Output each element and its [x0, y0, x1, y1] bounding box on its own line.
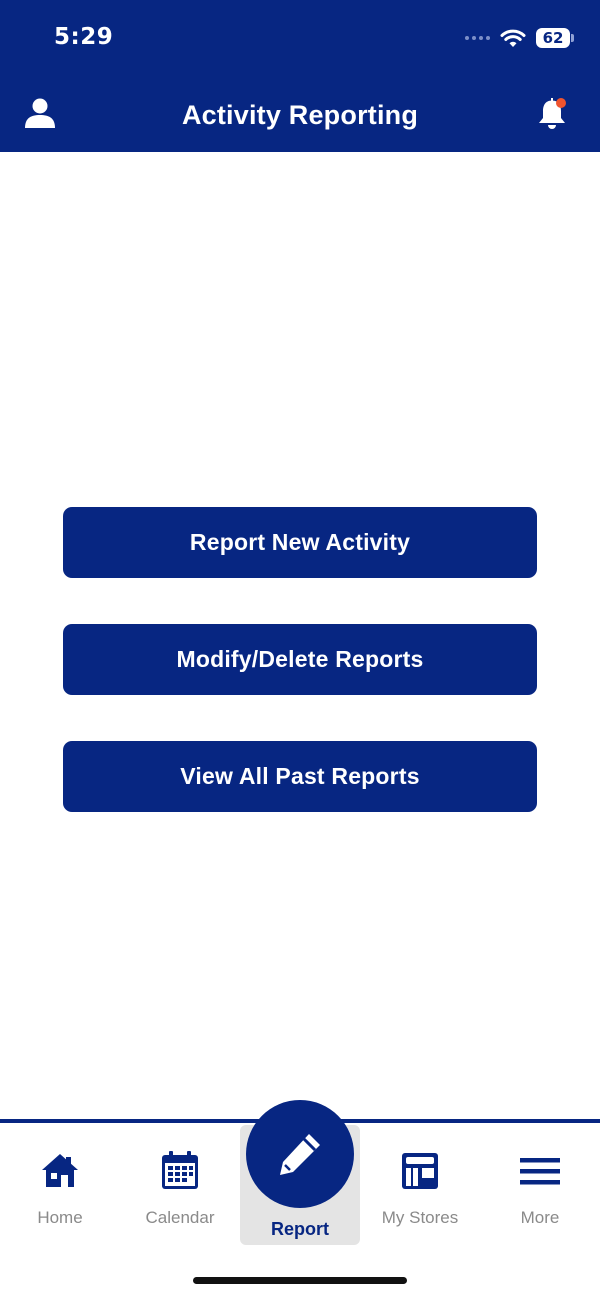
calendar-icon [162, 1151, 198, 1189]
header: 5:29 62 Activity Reporting [0, 0, 600, 152]
status-time: 5:29 [54, 24, 114, 50]
bell-icon[interactable] [534, 95, 570, 131]
home-indicator [193, 1277, 407, 1284]
tab-home-label: Home [37, 1208, 83, 1227]
house-icon [42, 1154, 78, 1187]
page-title: Activity Reporting [181, 100, 419, 130]
pencil-icon [280, 1134, 320, 1175]
battery-indicator: 62 [536, 28, 574, 48]
tab-calendar[interactable]: Calendar [120, 1123, 240, 1243]
tab-my-stores-label: My Stores [381, 1208, 459, 1227]
tab-calendar-label: Calendar [145, 1208, 215, 1227]
tab-home[interactable]: Home [0, 1123, 120, 1243]
notification-dot [556, 98, 566, 108]
status-indicators: 62 [465, 26, 574, 50]
report-new-activity-button[interactable]: Report New Activity [63, 507, 537, 578]
tab-my-stores[interactable]: My Stores [360, 1123, 480, 1243]
activity-reporting-screen: 5:29 62 Activity Reporting Report New Ac… [0, 0, 600, 1298]
tab-more-label: More [520, 1208, 560, 1227]
report-fab[interactable] [246, 1100, 354, 1208]
tab-report-label: Report [271, 1219, 329, 1239]
cellular-signal-icon [465, 36, 490, 40]
wifi-icon [500, 29, 526, 47]
tab-more[interactable]: More [480, 1123, 600, 1243]
menu-icon [520, 1158, 560, 1185]
view-all-past-reports-button[interactable]: View All Past Reports [63, 741, 537, 812]
store-icon [402, 1153, 438, 1189]
modify-delete-reports-button[interactable]: Modify/Delete Reports [63, 624, 537, 695]
